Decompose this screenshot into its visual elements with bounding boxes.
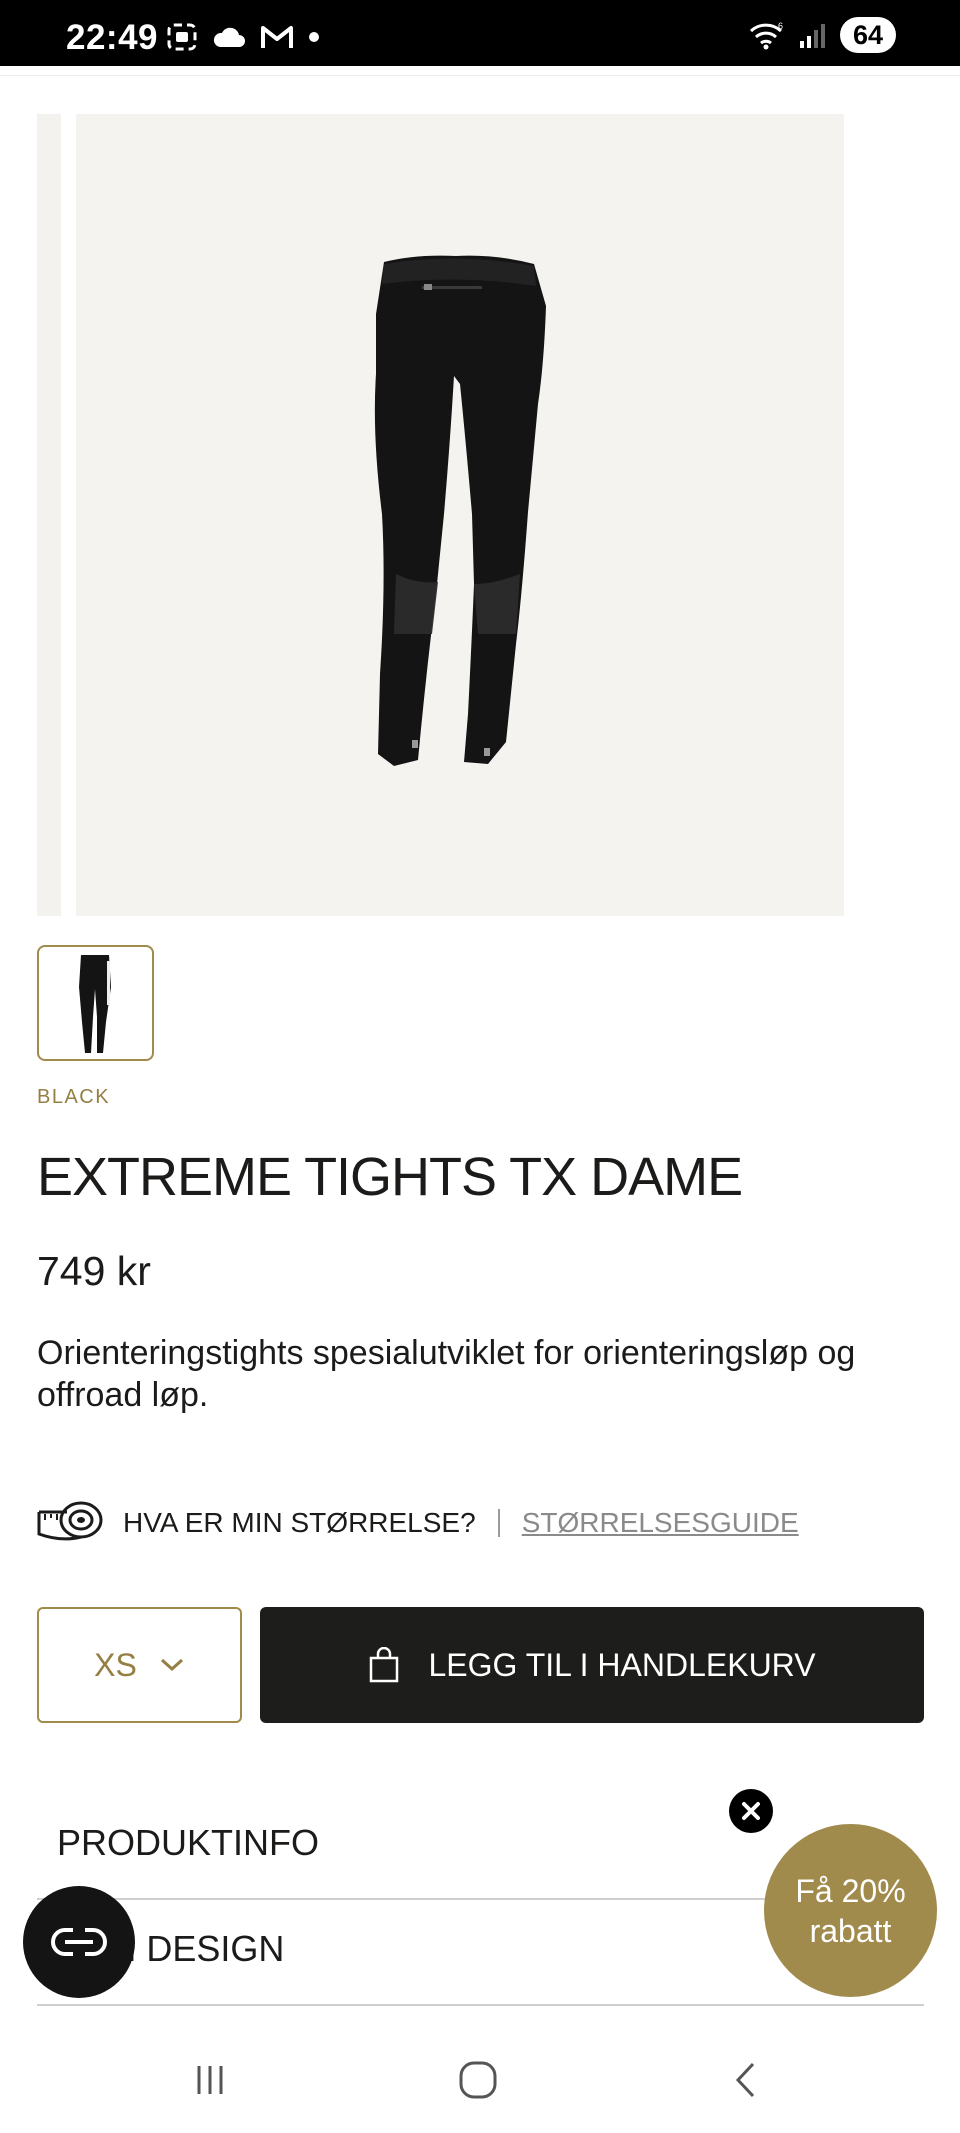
system-navigation-bar [0, 2020, 960, 2133]
svg-text:6: 6 [778, 21, 783, 31]
status-system-icons: 6 64 [748, 17, 896, 53]
status-notification-icons [166, 22, 320, 52]
close-promo-button[interactable] [729, 1789, 773, 1833]
size-selector[interactable]: XS [37, 1607, 242, 1723]
product-price: 749 kr [37, 1248, 151, 1294]
signal-icon [800, 24, 825, 48]
battery-icon: 64 [840, 17, 896, 53]
wifi-icon: 6 [749, 21, 783, 50]
shopping-bag-icon [370, 1647, 399, 1683]
product-description: Orienteringstights spesialutviklet for o… [37, 1334, 856, 1414]
back-button[interactable] [716, 2050, 776, 2110]
recent-apps-icon [197, 2066, 223, 2094]
add-to-cart-button[interactable]: LEGG TIL I HANDLEKURV [260, 1607, 924, 1723]
add-to-cart-label: LEGG TIL I HANDLEKURV [428, 1646, 816, 1683]
discount-promo-badge[interactable]: Få 20% rabatt [764, 1824, 937, 1997]
size-question: HVA ER MIN STØRRELSE? [123, 1507, 476, 1538]
chevron-down-icon [160, 1658, 183, 1672]
header-divider [0, 75, 960, 76]
chat-widget-button[interactable] [23, 1886, 135, 1998]
accordion-label: PRODUKTINFO [57, 1822, 320, 1863]
dot-icon [309, 32, 319, 42]
size-guide-link[interactable]: STØRRELSESGUIDE [522, 1507, 799, 1539]
status-time: 22:49 [66, 18, 159, 57]
selected-size: XS [94, 1646, 137, 1683]
cloud-icon [213, 27, 245, 47]
screenshot-icon [167, 23, 197, 51]
back-icon [735, 2062, 755, 2098]
gmail-icon [261, 26, 293, 48]
product-thumbnail[interactable] [37, 945, 154, 1061]
tights-illustration [374, 255, 546, 766]
home-icon [459, 2061, 497, 2099]
color-label: BLACK [37, 1086, 111, 1108]
home-button[interactable] [448, 2050, 508, 2110]
status-bar: 22:49 6 64 [0, 0, 960, 66]
size-help-row: HVA ER MIN STØRRELSE? STØRRELSESGUIDE [37, 1500, 799, 1546]
product-image[interactable] [76, 114, 844, 916]
thumbnail-tights-illustration [79, 955, 111, 1053]
promo-line-1: Få 20% [795, 1872, 906, 1909]
promo-line-2: rabatt [809, 1912, 892, 1949]
measuring-tape-icon [37, 1501, 103, 1541]
close-icon [742, 1802, 760, 1820]
product-title: EXTREME TIGHTS TX DAME [37, 1147, 743, 1207]
chat-logo-icon [51, 1928, 107, 1956]
gallery-previous-image-edge[interactable] [37, 114, 61, 916]
size-help-separator [497, 1509, 500, 1537]
recent-apps-button[interactable] [180, 2050, 240, 2110]
